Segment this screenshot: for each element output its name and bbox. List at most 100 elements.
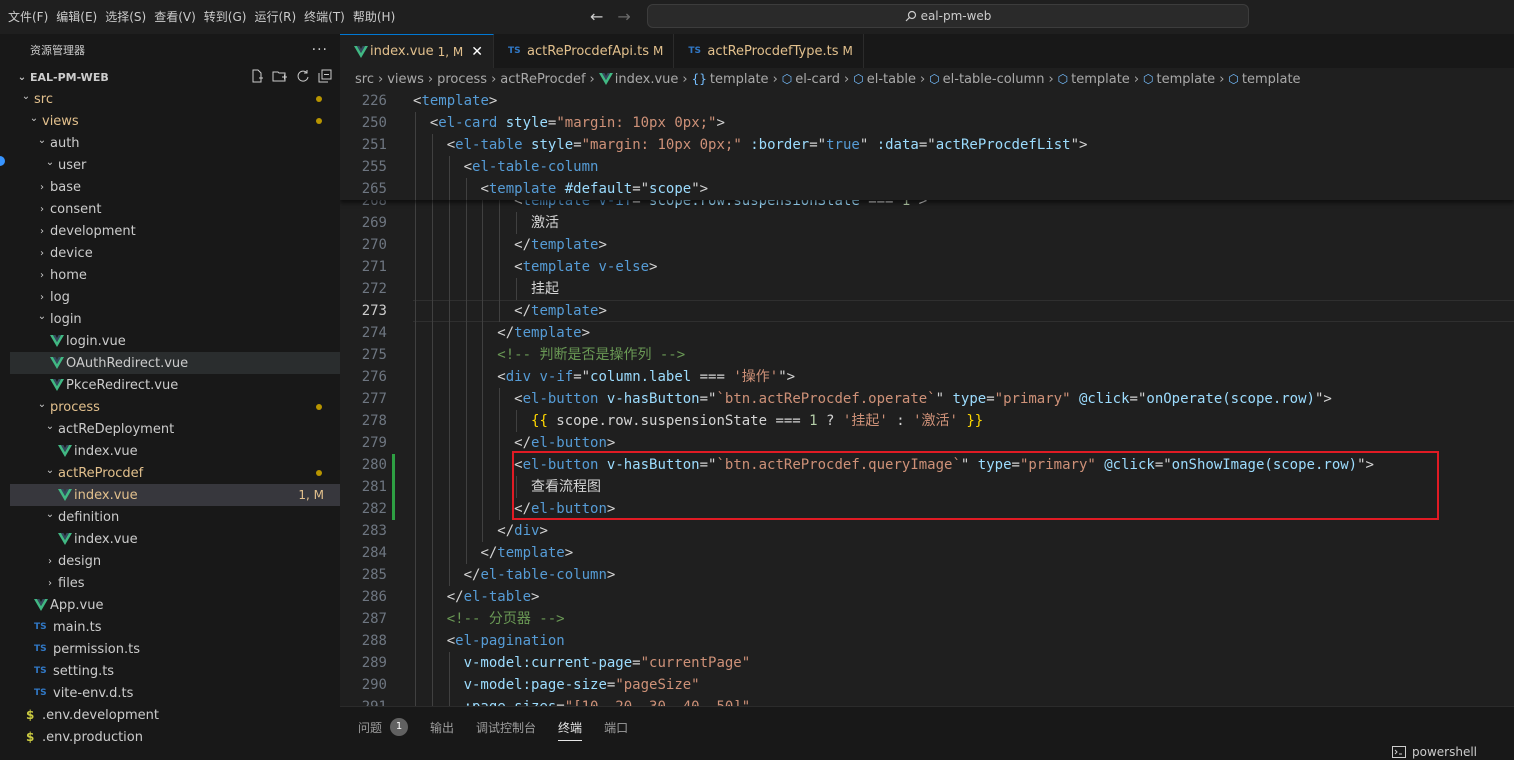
- indent-guide: [431, 498, 433, 520]
- line-number: 269: [361, 215, 387, 231]
- breadcrumb-item[interactable]: src: [355, 72, 374, 87]
- menu-item[interactable]: 选择(S): [101, 0, 150, 34]
- breadcrumb-item[interactable]: template: [1071, 72, 1130, 87]
- code-editor[interactable]: 226 <template> 250 <el-card style="margin: …: [340, 90, 1514, 706]
- menu-item[interactable]: 查看(V): [150, 0, 200, 34]
- tree-item[interactable]: ⌄ user: [10, 154, 340, 176]
- tree-item[interactable]: ⌄ login: [10, 308, 340, 330]
- line-number: 270: [361, 237, 387, 253]
- breadcrumb-item[interactable]: el-table: [867, 72, 916, 87]
- element-cube-icon: ⬡: [781, 72, 793, 86]
- panel-tab[interactable]: 问题 1: [358, 707, 409, 747]
- menu-item[interactable]: 帮助(H): [349, 0, 399, 34]
- tree-item[interactable]: › development: [10, 220, 340, 242]
- tree-item[interactable]: ⌄ auth: [10, 132, 340, 154]
- breadcrumb-item[interactable]: template: [1157, 72, 1216, 87]
- tree-item[interactable]: PkceRedirect.vue: [10, 374, 340, 396]
- panel-tab[interactable]: 端口: [604, 707, 628, 747]
- tree-item[interactable]: ⌄ actReDeployment: [10, 418, 340, 440]
- tree-item[interactable]: ⌄ definition: [10, 506, 340, 528]
- breadcrumb-item[interactable]: el-table-column: [943, 72, 1045, 87]
- breadcrumb-item[interactable]: el-card: [795, 72, 840, 87]
- tree-item[interactable]: ⌄ views: [10, 110, 340, 132]
- tree-item[interactable]: › consent: [10, 198, 340, 220]
- code-token: >: [598, 303, 607, 319]
- tree-item[interactable]: › base: [10, 176, 340, 198]
- collapse-all-icon[interactable]: [318, 69, 332, 83]
- panel-tab-label: 问题: [358, 720, 383, 735]
- tree-item[interactable]: index.vue 1, M: [10, 484, 340, 506]
- indent-guide: [415, 178, 416, 200]
- project-header[interactable]: ⌄ EAL-PM-WEB: [10, 66, 340, 88]
- indent-guide: [448, 300, 450, 322]
- indent-guide: [499, 454, 501, 476]
- tree-item[interactable]: TS permission.ts: [10, 638, 340, 660]
- editor-tab[interactable]: index.vue 1, M ✕: [340, 34, 494, 68]
- panel-tab[interactable]: 输出: [430, 707, 454, 747]
- tree-item[interactable]: login.vue: [10, 330, 340, 352]
- tree-item[interactable]: $ .env.development: [10, 704, 340, 726]
- tree-item[interactable]: ⌄ process: [10, 396, 340, 418]
- tree-item[interactable]: index.vue: [10, 528, 340, 550]
- tree-item[interactable]: › log: [10, 286, 340, 308]
- breadcrumb-item[interactable]: index.vue: [615, 72, 679, 87]
- menu-item[interactable]: 文件(F): [4, 0, 52, 34]
- code-token: =: [556, 699, 564, 706]
- chevron-right-icon: ›: [40, 225, 44, 237]
- indent-guide: [499, 278, 501, 300]
- editor-tab[interactable]: TS actReProcdefApi.ts M: [494, 34, 675, 68]
- menu-item[interactable]: 终端(T): [300, 0, 349, 34]
- indent-guide: [415, 630, 416, 652]
- tree-item[interactable]: TS setting.ts: [10, 660, 340, 682]
- line-number: 251: [361, 137, 387, 153]
- terminal-instance[interactable]: powershell: [1392, 745, 1477, 759]
- new-file-icon[interactable]: [250, 69, 264, 83]
- forward-arrow-icon[interactable]: →: [617, 7, 630, 26]
- panel-tab[interactable]: 调试控制台: [476, 707, 536, 747]
- refresh-icon[interactable]: [296, 69, 310, 83]
- indent-guide: [415, 388, 416, 410]
- menu-item[interactable]: 编辑(E): [52, 0, 101, 34]
- code-token: >: [716, 115, 725, 131]
- tree-item[interactable]: › device: [10, 242, 340, 264]
- tree-item[interactable]: ⌄ actReProcdef: [10, 462, 340, 484]
- indent-guide: [465, 344, 467, 366]
- indent-guide: [448, 156, 450, 178]
- code-text: <el-table-column: [464, 156, 599, 178]
- back-arrow-icon[interactable]: ←: [590, 7, 603, 26]
- code-token: <: [446, 137, 456, 153]
- tree-item[interactable]: index.vue: [10, 440, 340, 462]
- tree-item[interactable]: › home: [10, 264, 340, 286]
- code-token: <: [480, 181, 489, 197]
- code-token: v-hasButton: [606, 391, 700, 407]
- tree-item[interactable]: TS main.ts: [10, 616, 340, 638]
- breadcrumb-item[interactable]: actReProcdef: [500, 72, 585, 87]
- breadcrumb-item[interactable]: template: [1242, 72, 1301, 87]
- menu-item[interactable]: 转到(G): [200, 0, 251, 34]
- tree-item-label: index.vue: [74, 487, 138, 503]
- tree-item[interactable]: OAuthRedirect.vue: [10, 352, 340, 374]
- command-center-search[interactable]: eal-pm-web: [647, 4, 1249, 28]
- breadcrumb-item[interactable]: template: [710, 72, 769, 87]
- menu-item[interactable]: 运行(R): [250, 0, 300, 34]
- indent-guide: [431, 156, 433, 178]
- new-folder-icon[interactable]: [272, 69, 288, 83]
- indent-guide: [431, 300, 433, 322]
- tree-item[interactable]: TS vite-env.d.ts: [10, 682, 340, 704]
- tree-item[interactable]: › files: [10, 572, 340, 594]
- tree-item[interactable]: ⌄ src: [10, 88, 340, 110]
- more-actions-icon[interactable]: ···: [312, 42, 328, 58]
- indent-guide: [415, 454, 416, 476]
- code-token: style: [505, 115, 548, 131]
- close-icon[interactable]: ✕: [471, 44, 483, 60]
- tree-item[interactable]: App.vue: [10, 594, 340, 616]
- tree-item-label: auth: [50, 135, 80, 151]
- breadcrumb-item[interactable]: process: [437, 72, 487, 87]
- panel-tab[interactable]: 终端: [558, 707, 583, 747]
- indent-guide: [448, 322, 450, 344]
- tree-item[interactable]: › design: [10, 550, 340, 572]
- breadcrumb-item[interactable]: views: [387, 72, 424, 87]
- editor-tab[interactable]: TS actReProcdefType.ts M: [674, 34, 864, 68]
- indent-guide: [415, 432, 416, 454]
- tree-item[interactable]: $ .env.production: [10, 726, 340, 748]
